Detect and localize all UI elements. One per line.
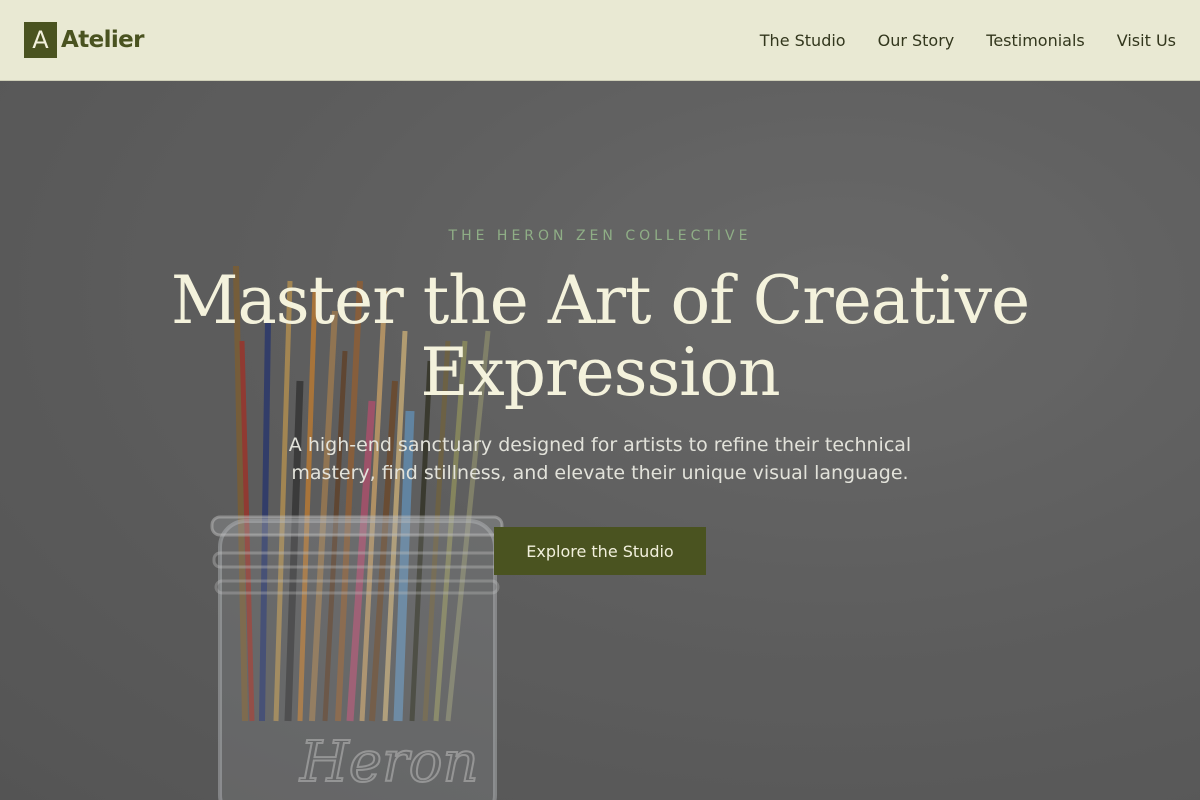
nav-link-visit-us[interactable]: Visit Us — [1117, 31, 1176, 50]
hero-subtext: A high-end sanctuary designed for artist… — [288, 434, 912, 484]
brand-mark-icon: A — [24, 22, 57, 58]
hero-headline: Master the Art of Creative Expression — [170, 262, 1030, 411]
site-header: A Atelier The Studio Our Story Testimoni… — [0, 0, 1200, 81]
nav-link-testimonials[interactable]: Testimonials — [986, 31, 1085, 50]
brand-name: Atelier — [61, 27, 145, 53]
nav-link-our-story[interactable]: Our Story — [878, 31, 955, 50]
hero-section: Heron THE HERON ZEN COLLECTIVE Master th… — [0, 81, 1200, 800]
page: A Atelier The Studio Our Story Testimoni… — [0, 0, 1200, 800]
main-nav: The Studio Our Story Testimonials Visit … — [760, 31, 1176, 50]
nav-link-the-studio[interactable]: The Studio — [760, 31, 846, 50]
hero-content: THE HERON ZEN COLLECTIVE Master the Art … — [0, 81, 1200, 800]
hero-eyebrow: THE HERON ZEN COLLECTIVE — [448, 228, 752, 244]
explore-studio-button[interactable]: Explore the Studio — [494, 527, 706, 575]
brand-logo[interactable]: A Atelier — [24, 22, 145, 58]
